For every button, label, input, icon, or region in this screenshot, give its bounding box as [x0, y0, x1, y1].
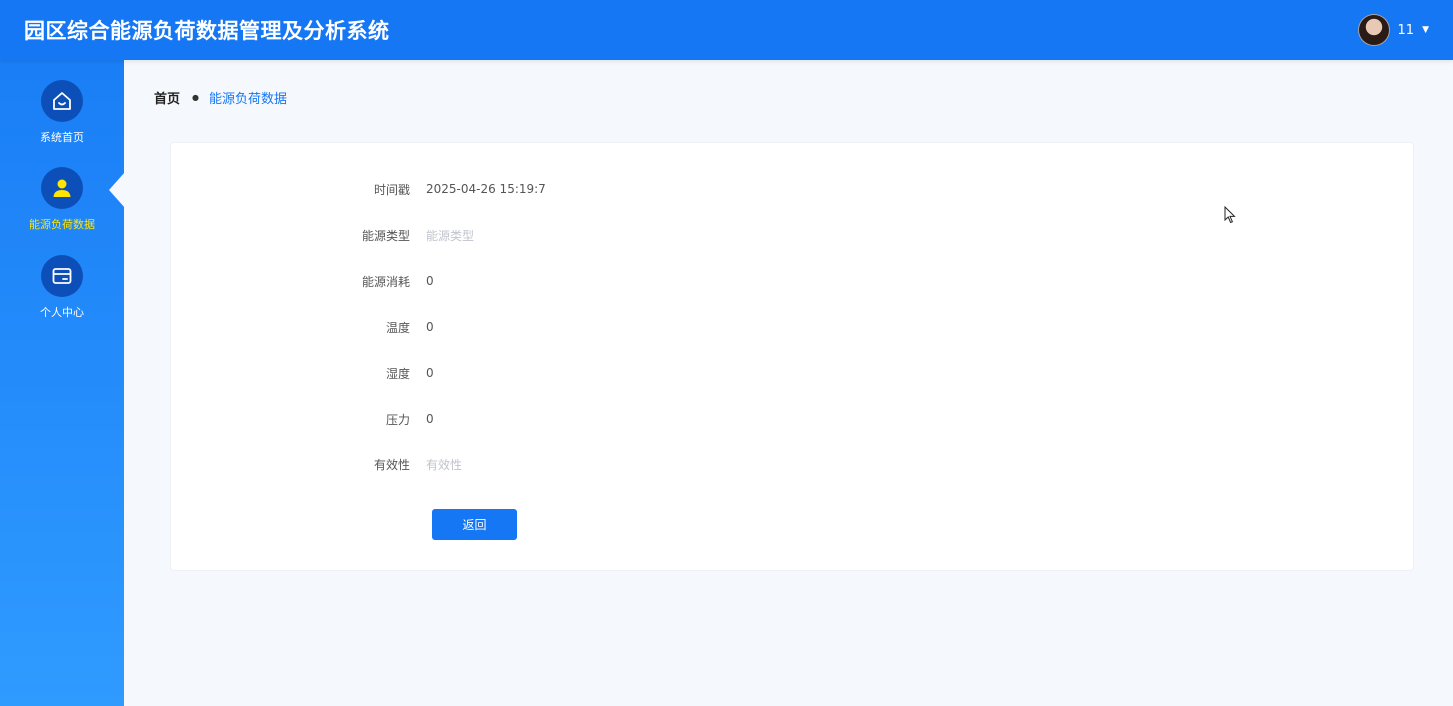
field-value: 2025-04-26 15:19:7	[426, 182, 546, 196]
field-value: 0	[426, 366, 434, 380]
sidebar: 系统首页 能源负荷数据 个人中心	[0, 60, 125, 706]
breadcrumb-current: 能源负荷数据	[209, 92, 288, 107]
field-energy-consumption: 能源消耗 0	[171, 271, 771, 291]
field-energy-type: 能源类型 能源类型	[171, 225, 771, 245]
user-icon	[41, 167, 83, 209]
sidebar-item-personal-center[interactable]: 个人中心	[0, 255, 124, 335]
home-icon	[41, 80, 83, 122]
breadcrumb-separator-icon: ●	[192, 93, 199, 102]
sidebar-item-label: 系统首页	[40, 131, 84, 144]
sidebar-item-energy-load-data[interactable]: 能源负荷数据	[0, 167, 124, 247]
field-label: 时间戳	[373, 182, 410, 197]
app-title: 园区综合能源负荷数据管理及分析系统	[24, 19, 390, 43]
top-bar: 园区综合能源负荷数据管理及分析系统 11 ▼	[0, 0, 1453, 60]
chevron-down-icon[interactable]: ▼	[1422, 25, 1429, 35]
field-value: 能源类型	[426, 228, 475, 243]
mouse-cursor-icon	[1224, 206, 1236, 224]
field-label: 有效性	[373, 457, 410, 472]
card-icon	[41, 255, 83, 297]
sidebar-item-home[interactable]: 系统首页	[0, 80, 124, 160]
breadcrumb-home[interactable]: 首页	[154, 88, 180, 107]
username[interactable]: 11	[1398, 23, 1415, 38]
field-value: 有效性	[426, 457, 463, 472]
field-temperature: 温度 0	[171, 317, 771, 337]
breadcrumb: 首页 ● 能源负荷数据	[154, 88, 287, 107]
field-pressure: 压力 0	[171, 409, 771, 429]
field-label: 能源类型	[361, 228, 410, 243]
field-timestamp: 时间戳 2025-04-26 15:19:7	[171, 179, 771, 199]
field-value: 0	[426, 274, 434, 288]
field-label: 温度	[385, 320, 410, 335]
back-button[interactable]: 返回	[432, 509, 517, 540]
field-label: 湿度	[385, 366, 410, 381]
sidebar-item-label: 能源负荷数据	[29, 218, 95, 231]
avatar[interactable]	[1357, 14, 1390, 46]
field-validity: 有效性 有效性	[171, 454, 771, 474]
field-label: 压力	[385, 412, 410, 427]
user-menu[interactable]: 11 ▼	[1357, 14, 1429, 46]
field-value: 0	[426, 320, 434, 334]
field-value: 0	[426, 412, 434, 426]
field-humidity: 湿度 0	[171, 363, 771, 383]
field-label: 能源消耗	[361, 274, 410, 289]
sidebar-item-label: 个人中心	[40, 306, 84, 319]
